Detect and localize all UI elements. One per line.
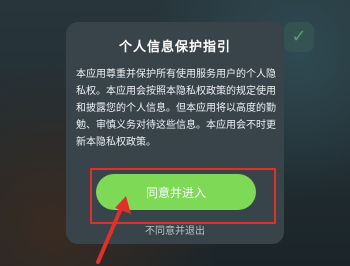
annotation-arrow-icon [96, 196, 131, 264]
